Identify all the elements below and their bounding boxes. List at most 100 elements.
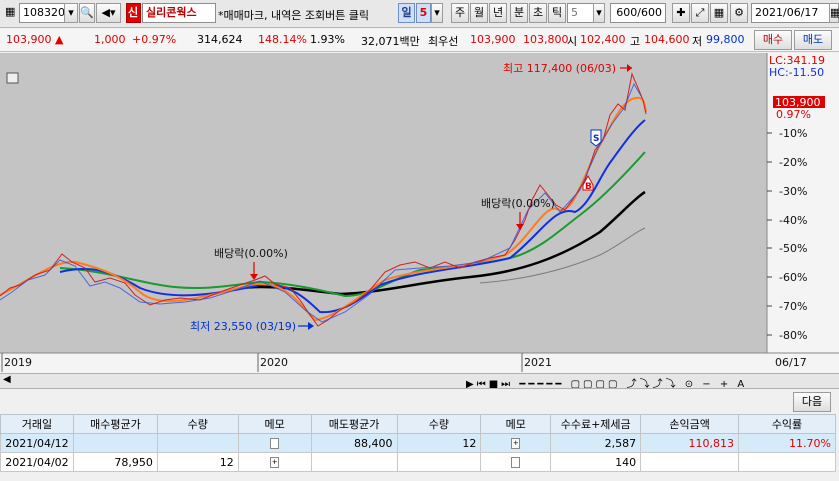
- col-buy-avg[interactable]: 매수평균가: [72, 414, 158, 434]
- cell-buy-avg: [72, 433, 158, 453]
- trade-mark-hint: *매매마크, 내역은 조회버튼 클릭: [218, 9, 370, 22]
- price-chart[interactable]: 최고 117,400 (06/03) 최저 23,550 (03/19) 배당락…: [0, 53, 839, 373]
- period-year-button[interactable]: 년: [489, 3, 507, 23]
- period-month-button[interactable]: 월: [470, 3, 488, 23]
- open-label: 시: [567, 35, 578, 48]
- trade-history-table: 거래일 매수평균가 수량 메모 매도평균가 수량 메모 수수료+제세금 손익금액…: [0, 414, 836, 472]
- cell-buy-memo[interactable]: +: [237, 452, 312, 472]
- credit-badge: 신: [126, 3, 141, 23]
- calendar-icon[interactable]: ▦: [829, 3, 839, 23]
- stock-name-field[interactable]: 실리콘웍스: [142, 3, 216, 23]
- dividend-annotation-2: 배당락(0.00%): [481, 197, 555, 210]
- settings-gear-icon[interactable]: ⚙: [730, 3, 748, 23]
- chart-menu-icon[interactable]: [6, 72, 19, 84]
- cell-buy-qty: 12: [156, 452, 239, 472]
- memo-edit-icon[interactable]: +: [511, 438, 521, 449]
- memo-icon[interactable]: [511, 457, 521, 468]
- cell-trade-date: 2021/04/12: [0, 433, 74, 453]
- col-sell-memo[interactable]: 메모: [480, 414, 552, 434]
- code-dropdown-button[interactable]: ▾: [64, 3, 78, 23]
- hc-label: HC:-11.50: [769, 66, 824, 79]
- buy-mark-label: B: [585, 182, 592, 192]
- cell-buy-memo[interactable]: [237, 433, 312, 453]
- crosshair-icon[interactable]: ✚: [672, 3, 690, 23]
- cell-return-rate: 11.70%: [738, 433, 836, 453]
- cell-pnl-amount: [640, 452, 740, 472]
- period-count-field[interactable]: 5: [416, 3, 431, 23]
- stock-code-input[interactable]: 108320: [19, 3, 65, 23]
- sell-button[interactable]: 매도: [794, 30, 832, 50]
- cell-sell-memo[interactable]: [480, 452, 552, 472]
- col-sell-avg[interactable]: 매도평균가: [310, 414, 398, 434]
- col-fee-tax[interactable]: 수수료+제세금: [550, 414, 642, 434]
- search-icon[interactable]: 🔍: [79, 3, 95, 23]
- x-label-2020: 2020: [260, 356, 288, 369]
- quote-bar: 103,900 ▲ 1,000 +0.97% 314,624 148.14% 1…: [0, 29, 839, 52]
- col-pnl-amount[interactable]: 손익금액: [640, 414, 740, 434]
- minute-value-field[interactable]: 5: [567, 3, 594, 23]
- period-second-button[interactable]: 초: [529, 3, 547, 23]
- axis-tick: -70%: [779, 300, 807, 313]
- pct-tag: 0.97%: [776, 108, 811, 121]
- period-tick-button[interactable]: 틱: [548, 3, 566, 23]
- trade-amount: 32,071백만: [361, 35, 420, 48]
- sell-mark-label: S: [593, 134, 599, 144]
- period-minute-button[interactable]: 분: [510, 3, 528, 23]
- axis-tick: -20%: [779, 156, 807, 169]
- price-change: 1,000: [94, 33, 126, 46]
- period-dropdown[interactable]: ▾: [431, 3, 443, 23]
- col-buy-qty[interactable]: 수량: [156, 414, 239, 434]
- chart-svg[interactable]: 최고 117,400 (06/03) 최저 23,550 (03/19) 배당락…: [0, 53, 839, 373]
- count-field[interactable]: 600/600: [610, 3, 666, 23]
- date-field[interactable]: 2021/06/17: [751, 3, 831, 23]
- cell-buy-qty: [156, 433, 239, 453]
- table-row[interactable]: 2021/04/12 88,400 12 + 2,587 110,813 11.…: [0, 433, 836, 453]
- axis-tick: -60%: [779, 271, 807, 284]
- col-return-rate[interactable]: 수익률: [738, 414, 836, 434]
- table-header-row: 거래일 매수평균가 수량 메모 매도평균가 수량 메모 수수료+제세금 손익금액…: [0, 414, 836, 434]
- max-price-annotation: 최고 117,400 (06/03): [503, 62, 616, 75]
- cell-fee-tax: 2,587: [550, 433, 642, 453]
- memo-edit-icon[interactable]: +: [270, 457, 280, 468]
- cell-pnl-amount: 110,813: [640, 433, 740, 453]
- dividend-annotation-1: 배당락(0.00%): [214, 247, 288, 260]
- change-percent: +0.97%: [132, 33, 177, 46]
- turnover-rate: 1.93%: [310, 33, 345, 46]
- chart-control-buttons[interactable]: ▶⏮■⏭ ━━━━━ ▢▢▢▢ ⤴⤵⤴⤵ ⊙ − + A: [466, 375, 826, 388]
- cell-sell-avg: [310, 452, 398, 472]
- chart-toolbar: ▦ 108320 ▾ 🔍 ◀▾ 신 실리콘웍스 *매매마크, 내역은 조회버튼 …: [0, 0, 839, 28]
- x-label-2021: 2021: [524, 356, 552, 369]
- open-price: 102,400: [580, 33, 626, 46]
- indicator-icon[interactable]: ⤢: [691, 3, 709, 23]
- chart-scrollbar[interactable]: ◀ ▶⏮■⏭ ━━━━━ ▢▢▢▢ ⤴⤵⤴⤵ ⊙ − + A: [0, 373, 839, 389]
- cell-return-rate: [738, 452, 836, 472]
- scroll-left-icon[interactable]: ◀: [3, 374, 11, 385]
- period-week-button[interactable]: 주: [451, 3, 469, 23]
- axis-tick: -10%: [779, 127, 807, 140]
- sound-icon[interactable]: ◀▾: [96, 3, 121, 23]
- minute-dropdown[interactable]: ▾: [593, 3, 605, 23]
- cell-buy-avg: 78,950: [72, 452, 158, 472]
- axis-tick: -40%: [779, 214, 807, 227]
- x-label-last-date: 06/17: [775, 356, 807, 369]
- buy-button[interactable]: 매수: [754, 30, 792, 50]
- cell-sell-avg: 88,400: [310, 433, 398, 453]
- best-quote-label: 최우선: [428, 35, 459, 48]
- grid-icon[interactable]: ▦: [2, 3, 18, 23]
- chart-plot-area[interactable]: [0, 53, 767, 353]
- grid-view-icon[interactable]: ▦: [710, 3, 728, 23]
- next-button[interactable]: 다음: [793, 392, 831, 412]
- cell-sell-qty: 12: [396, 433, 482, 453]
- col-buy-memo[interactable]: 메모: [237, 414, 312, 434]
- cell-sell-memo[interactable]: +: [480, 433, 552, 453]
- axis-tick: -30%: [779, 185, 807, 198]
- bid-price: 103,800: [523, 33, 569, 46]
- col-sell-qty[interactable]: 수량: [396, 414, 482, 434]
- memo-icon[interactable]: [270, 438, 280, 449]
- col-trade-date[interactable]: 거래일: [0, 414, 74, 434]
- ask-price: 103,900: [470, 33, 516, 46]
- low-label: 저: [692, 35, 703, 48]
- table-row[interactable]: 2021/04/02 78,950 12 + 140: [0, 452, 836, 472]
- cell-trade-date: 2021/04/02: [0, 452, 74, 472]
- period-day-button[interactable]: 일: [398, 3, 415, 23]
